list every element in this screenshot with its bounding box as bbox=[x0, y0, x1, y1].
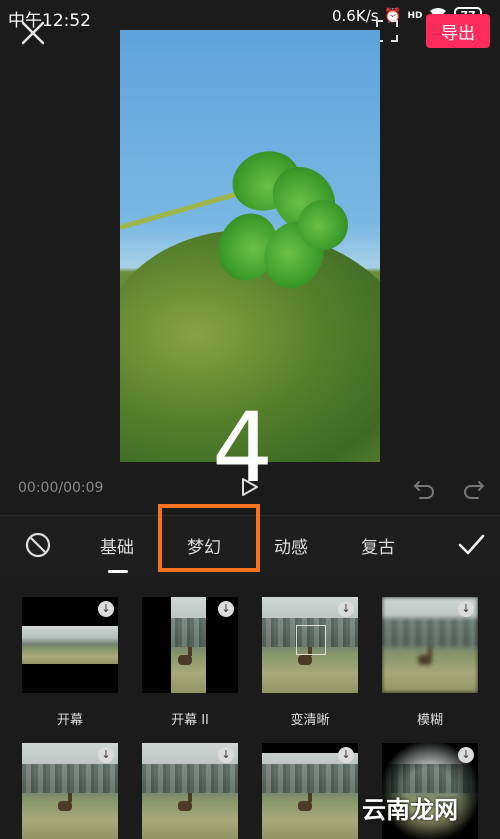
effect-thumbnail-blur[interactable]: ↓ bbox=[382, 597, 478, 693]
effect-thumbnail[interactable]: ↓ bbox=[142, 743, 238, 839]
download-icon[interactable]: ↓ bbox=[218, 747, 234, 763]
download-icon[interactable]: ↓ bbox=[338, 747, 354, 763]
export-button[interactable]: 导出 bbox=[426, 14, 490, 48]
effect-thumbnail-open[interactable]: ↓ bbox=[22, 597, 118, 693]
effect-thumbnail[interactable]: ↓ bbox=[262, 743, 358, 839]
active-tab-indicator bbox=[108, 570, 128, 573]
tab-retro[interactable]: 复古 bbox=[361, 533, 395, 558]
download-icon[interactable]: ↓ bbox=[98, 747, 114, 763]
confirm-button[interactable] bbox=[456, 531, 486, 559]
no-effect-icon bbox=[25, 532, 51, 558]
undo-icon bbox=[413, 481, 434, 499]
thumbnail-scene bbox=[22, 625, 118, 665]
download-icon[interactable]: ↓ bbox=[458, 601, 474, 617]
deer bbox=[298, 792, 313, 811]
deer bbox=[418, 646, 433, 665]
play-icon bbox=[242, 478, 258, 496]
deer bbox=[298, 646, 313, 665]
trees bbox=[382, 618, 478, 647]
focus-frame bbox=[296, 625, 326, 655]
effect-label: 开幕 II bbox=[171, 713, 209, 728]
trees bbox=[262, 764, 358, 793]
download-icon[interactable]: ↓ bbox=[458, 747, 474, 763]
trees bbox=[22, 764, 118, 793]
download-icon[interactable]: ↓ bbox=[338, 601, 354, 617]
redo-button[interactable] bbox=[462, 478, 486, 500]
undo-button[interactable] bbox=[412, 478, 436, 500]
effect-label: 变清晰 bbox=[290, 713, 330, 728]
trees bbox=[142, 764, 238, 793]
download-icon[interactable]: ↓ bbox=[98, 601, 114, 617]
status-bar: 中午12:52 0.6K/s ⏰ HD 77 bbox=[0, 0, 500, 34]
highlight-annotation-box bbox=[158, 504, 260, 572]
effect-label: 开幕 bbox=[56, 713, 83, 728]
curtain-left bbox=[142, 597, 171, 693]
effect-thumbnail-open-ii[interactable]: ↓ bbox=[142, 597, 238, 693]
download-icon[interactable]: ↓ bbox=[218, 601, 234, 617]
effect-thumbnail-sharpen[interactable]: ↓ bbox=[262, 597, 358, 693]
close-button[interactable] bbox=[18, 18, 48, 48]
watermark: 云南龙网 bbox=[362, 796, 458, 824]
timecode: 00:00/00:09 bbox=[18, 480, 104, 496]
deer bbox=[58, 792, 73, 811]
effect-thumbnail[interactable]: ↓ bbox=[22, 743, 118, 839]
close-icon bbox=[21, 21, 45, 45]
effect-label: 模糊 bbox=[416, 713, 443, 728]
redo-icon bbox=[464, 481, 485, 499]
network-speed: 0.6K/s bbox=[332, 7, 379, 25]
tab-basic[interactable]: 基础 bbox=[100, 533, 134, 558]
tab-dynamic[interactable]: 动感 bbox=[274, 533, 308, 558]
hd-badge: HD bbox=[407, 11, 423, 21]
deer bbox=[178, 646, 193, 665]
check-icon bbox=[458, 534, 485, 555]
curtain-bottom bbox=[22, 664, 118, 693]
play-button[interactable] bbox=[238, 476, 260, 498]
deer bbox=[178, 792, 193, 811]
no-effect-button[interactable] bbox=[24, 531, 52, 559]
